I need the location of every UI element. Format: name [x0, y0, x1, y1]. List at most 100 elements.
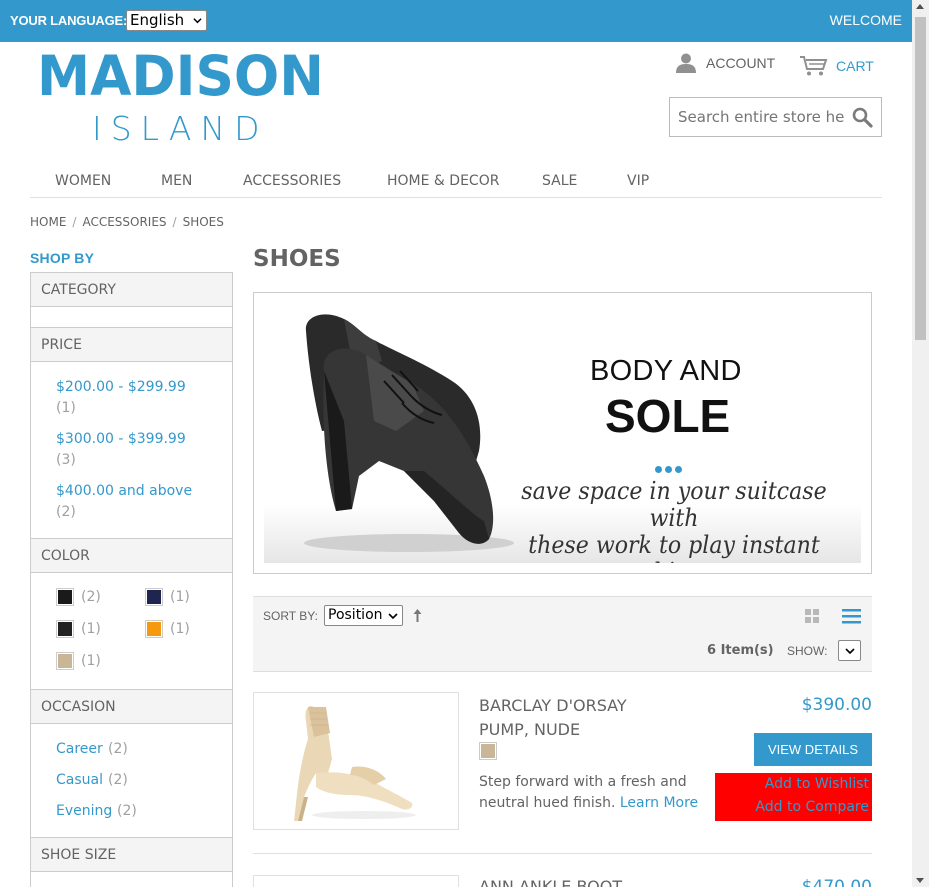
language-label: YOUR LANGUAGE: [10, 13, 128, 28]
filter-title-color[interactable]: COLOR [30, 538, 233, 573]
filter-title-price[interactable]: PRICE [30, 327, 233, 362]
search-input[interactable] [670, 98, 845, 136]
page-scrollbar[interactable] [912, 0, 929, 887]
language-select[interactable]: English [126, 10, 207, 31]
filter-count: (2) [108, 772, 128, 788]
nav-item-vip[interactable]: VIP [627, 173, 649, 189]
price-filter-link[interactable]: $300.00 - $399.99 [56, 431, 186, 447]
scroll-down-icon[interactable] [916, 878, 924, 883]
layered-navigation: CATEGORY PRICE $200.00 - $299.99 (1) $30… [30, 272, 233, 887]
occasion-filter-link[interactable]: Evening [56, 803, 112, 819]
filter-count: (3) [56, 452, 76, 468]
search-box [669, 97, 882, 137]
nav-item-men[interactable]: MEN [161, 173, 192, 189]
occasion-filter-link[interactable]: Career [56, 741, 103, 757]
banner-headline-bottom: SOLE [605, 390, 731, 442]
oxford-shoe-image [304, 314, 514, 552]
product-name-link[interactable]: BARCLAY D'ORSAY PUMP, NUDE [479, 694, 669, 742]
breadcrumb-current: SHOES [182, 215, 224, 229]
filter-title-category[interactable]: CATEGORY [30, 272, 233, 307]
list-view-icon[interactable] [842, 608, 861, 625]
search-icon[interactable] [852, 107, 873, 128]
chevron-down-icon [193, 18, 202, 24]
view-details-button[interactable]: VIEW DETAILS [754, 733, 872, 766]
sort-selected-value: Position [328, 607, 383, 623]
color-swatch[interactable] [145, 620, 163, 638]
product-description: Step forward with a fresh and neutral hu… [479, 772, 699, 814]
product-toolbar: SORT BY: Position 6 Item(s) SHOW: [253, 596, 872, 672]
banner-headline-top: BODY AND [590, 355, 742, 387]
cart-link[interactable]: CART [799, 55, 874, 77]
product-item: BARCLAY D'ORSAY PUMP, NUDE Step forward … [253, 692, 872, 854]
dot-icon [675, 466, 682, 473]
nav-item-home-decor[interactable]: HOME & DECOR [387, 173, 499, 189]
sort-ascending-icon[interactable] [413, 609, 422, 622]
breadcrumb-home[interactable]: HOME [30, 215, 66, 229]
item-count: 6 Item(s) [707, 643, 774, 658]
shop-by-heading: SHOP BY [30, 250, 95, 266]
banner-tagline-line: these work to play instant hits [528, 531, 820, 564]
add-to-compare-link[interactable]: Add to Compare [755, 799, 869, 815]
filter-count: (2) [56, 504, 76, 520]
cart-icon [800, 56, 828, 76]
filter-count: (2) [108, 741, 128, 757]
language-selected-value: English [130, 11, 185, 29]
swatch-fill [147, 622, 161, 636]
color-swatch[interactable] [56, 652, 74, 670]
breadcrumb-separator: / [172, 215, 177, 229]
nav-item-sale[interactable]: SALE [542, 173, 577, 189]
nav-item-women[interactable]: WOMEN [55, 173, 111, 189]
scroll-up-icon[interactable] [916, 4, 924, 9]
banner-tagline: save space in your suitcase with these w… [513, 477, 835, 564]
product-image-link[interactable] [253, 692, 459, 830]
logo-island[interactable]: ISLAND [92, 109, 269, 148]
swatch-fill [58, 590, 72, 604]
dot-icon [665, 466, 672, 473]
price-filter-link[interactable]: $400.00 and above [56, 483, 192, 499]
learn-more-link[interactable]: Learn More [620, 795, 698, 811]
filter-title-shoe-size[interactable]: SHOE SIZE [30, 837, 233, 872]
product-actions-highlight: Add to Wishlist Add to Compare [715, 773, 872, 821]
product-price: $390.00 [801, 695, 872, 715]
filter-count: (1) [81, 653, 101, 669]
cart-label: CART [836, 58, 874, 74]
sort-by-select[interactable]: Position [324, 605, 403, 626]
color-swatch[interactable] [145, 588, 163, 606]
filter-count: (2) [81, 589, 101, 605]
welcome-text: WELCOME [829, 12, 902, 28]
color-swatch[interactable] [56, 620, 74, 638]
product-color-swatch[interactable] [479, 742, 497, 760]
category-banner[interactable]: BODY AND SOLE save space in your suitcas… [253, 292, 872, 574]
occasion-filter-link[interactable]: Casual [56, 772, 103, 788]
filter-count: (1) [170, 621, 190, 637]
show-label: SHOW: [787, 644, 828, 658]
nude-pump-image [294, 705, 416, 821]
nav-item-accessories[interactable]: ACCESSORIES [243, 173, 341, 189]
grid-view-icon[interactable] [805, 609, 820, 624]
filter-count: (1) [56, 400, 76, 416]
filter-count: (2) [117, 803, 137, 819]
price-filter-link[interactable]: $200.00 - $299.99 [56, 379, 186, 395]
banner-dots [655, 458, 685, 477]
breadcrumb-accessories[interactable]: ACCESSORIES [82, 215, 166, 229]
filter-title-occasion[interactable]: OCCASION [30, 689, 233, 724]
swatch-fill [147, 590, 161, 604]
main-nav: WOMEN MEN ACCESSORIES HOME & DECOR SALE … [30, 160, 882, 198]
logo-madison[interactable]: MADISON [37, 44, 324, 108]
chevron-down-icon [388, 613, 398, 620]
product-item: ANN ANKLE BOOT $470.00 [253, 875, 872, 887]
dot-icon [655, 466, 662, 473]
show-per-page-select[interactable] [838, 640, 861, 661]
product-price: $470.00 [801, 877, 872, 887]
account-link[interactable]: ACCOUNT [675, 52, 775, 74]
color-swatch[interactable] [56, 588, 74, 606]
banner-tagline-line: save space in your suitcase with [521, 477, 827, 532]
account-label: ACCOUNT [706, 55, 776, 71]
top-bar: YOUR LANGUAGE: English WELCOME [0, 0, 912, 42]
scrollbar-thumb[interactable] [915, 17, 926, 340]
swatch-fill [481, 744, 495, 758]
add-to-wishlist-link[interactable]: Add to Wishlist [765, 776, 869, 792]
product-image-link[interactable] [253, 875, 459, 887]
banner-image: BODY AND SOLE save space in your suitcas… [264, 303, 861, 563]
product-name-link[interactable]: ANN ANKLE BOOT [479, 877, 622, 887]
